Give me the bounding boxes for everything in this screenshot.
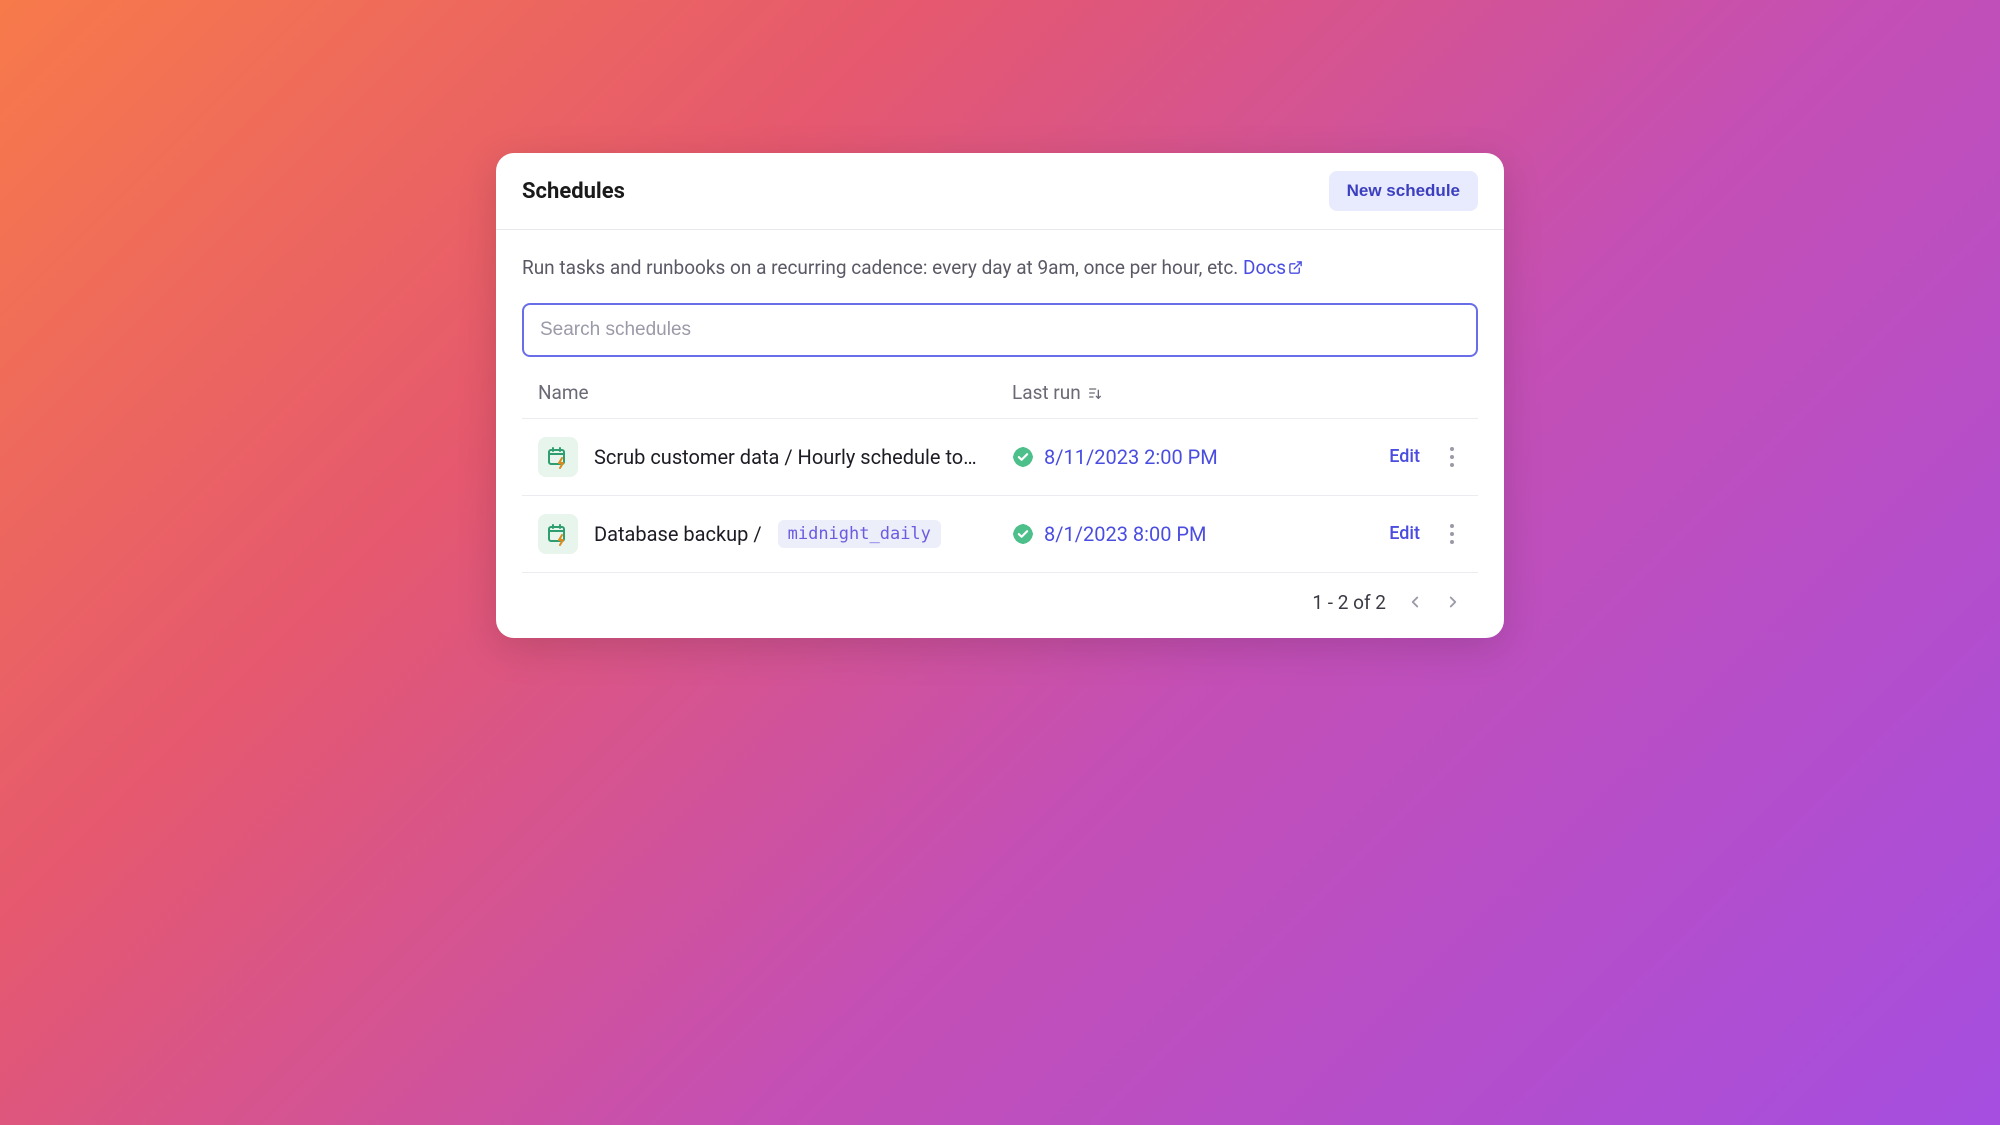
edit-button[interactable]: Edit	[1389, 523, 1420, 544]
schedule-icon	[538, 514, 578, 554]
page-title: Schedules	[522, 179, 625, 204]
card-body: Run tasks and runbooks on a recurring ca…	[496, 230, 1504, 638]
schedule-icon	[538, 437, 578, 477]
next-page-button[interactable]	[1444, 593, 1462, 611]
last-run-value: 8/11/2023 2:00 PM	[1044, 445, 1218, 469]
description: Run tasks and runbooks on a recurring ca…	[522, 254, 1478, 283]
column-last-run-label: Last run	[1012, 381, 1081, 404]
prev-page-button[interactable]	[1406, 593, 1424, 611]
column-name[interactable]: Name	[538, 381, 1012, 404]
pagination: 1 - 2 of 2	[522, 573, 1478, 620]
schedules-card: Schedules New schedule Run tasks and run…	[496, 153, 1504, 638]
new-schedule-button[interactable]: New schedule	[1329, 171, 1478, 211]
schedule-tag: midnight_daily	[778, 520, 941, 548]
pagination-label: 1 - 2 of 2	[1312, 591, 1386, 614]
table-header: Name Last run	[522, 381, 1478, 419]
more-actions-button[interactable]	[1442, 520, 1462, 548]
external-link-icon	[1288, 260, 1303, 275]
more-actions-button[interactable]	[1442, 443, 1462, 471]
last-run-value: 8/1/2023 8:00 PM	[1044, 522, 1207, 546]
chevron-left-icon	[1406, 593, 1424, 611]
table-row[interactable]: Scrub customer data / Hourly schedule to…	[522, 419, 1478, 496]
table-row[interactable]: Database backup / midnight_daily 8/1/202…	[522, 496, 1478, 573]
schedules-table: Name Last run	[522, 381, 1478, 620]
column-last-run[interactable]: Last run	[1012, 381, 1462, 404]
edit-button[interactable]: Edit	[1389, 446, 1420, 467]
chevron-right-icon	[1444, 593, 1462, 611]
schedule-name: Scrub customer data / Hourly schedule to…	[594, 445, 977, 469]
card-header: Schedules New schedule	[496, 153, 1504, 230]
success-status-icon	[1012, 523, 1034, 545]
docs-link-label: Docs	[1243, 256, 1286, 279]
docs-link[interactable]: Docs	[1243, 256, 1303, 279]
schedule-name: Database backup /	[594, 522, 762, 546]
sort-descending-icon	[1087, 385, 1103, 401]
search-input[interactable]	[522, 303, 1478, 357]
description-text: Run tasks and runbooks on a recurring ca…	[522, 256, 1238, 279]
success-status-icon	[1012, 446, 1034, 468]
